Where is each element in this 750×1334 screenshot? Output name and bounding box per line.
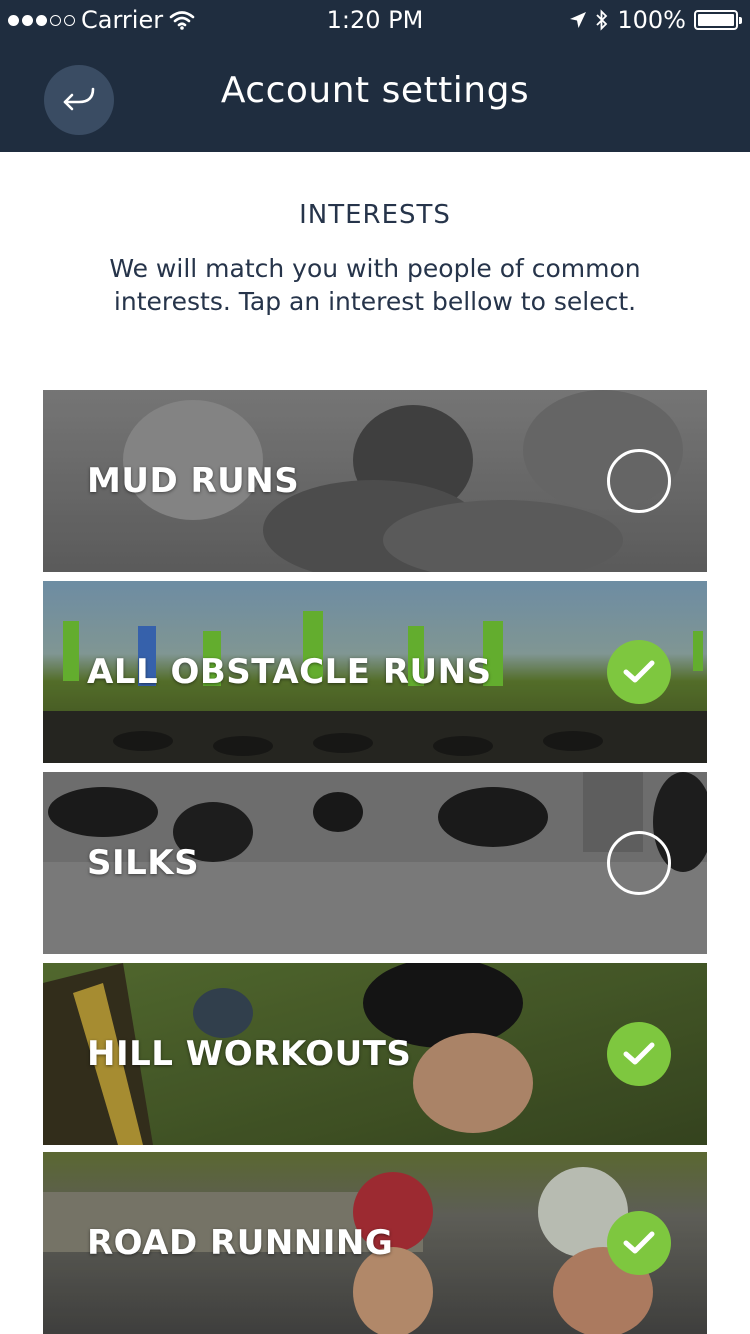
check-icon[interactable]	[607, 1211, 671, 1275]
empty-circle-icon[interactable]	[607, 449, 671, 513]
location-arrow-icon	[570, 12, 587, 28]
check-icon[interactable]	[607, 1022, 671, 1086]
interest-card-hill-workouts[interactable]: HILL WORKOUTS	[43, 963, 707, 1145]
interest-label: ALL OBSTACLE RUNS	[87, 652, 492, 692]
interest-label: MUD RUNS	[87, 461, 300, 501]
interest-label: HILL WORKOUTS	[87, 1034, 412, 1074]
check-icon[interactable]	[607, 640, 671, 704]
page-title: Account settings	[220, 70, 530, 111]
empty-circle-icon[interactable]	[607, 831, 671, 895]
navigation-bar: Account settings	[0, 42, 750, 152]
status-right: 100%	[569, 6, 742, 34]
battery-percent: 100%	[617, 6, 686, 34]
interest-label: ROAD RUNNING	[87, 1223, 394, 1263]
interest-card-road-running[interactable]: ROAD RUNNING	[43, 1152, 707, 1334]
interest-label: SILKS	[87, 843, 200, 883]
battery-icon	[694, 10, 742, 30]
interest-card-silks[interactable]: SILKS	[43, 772, 707, 954]
section-heading: INTERESTS	[299, 200, 451, 230]
interest-card-all-obstacle-runs[interactable]: ALL OBSTACLE RUNS	[43, 581, 707, 763]
bluetooth-icon	[596, 9, 608, 31]
interest-card-mud-runs[interactable]: MUD RUNS	[43, 390, 707, 572]
section-description: We will match you with people of common …	[109, 254, 641, 316]
status-bar: Carrier 1:20 PM 100%	[0, 0, 750, 42]
